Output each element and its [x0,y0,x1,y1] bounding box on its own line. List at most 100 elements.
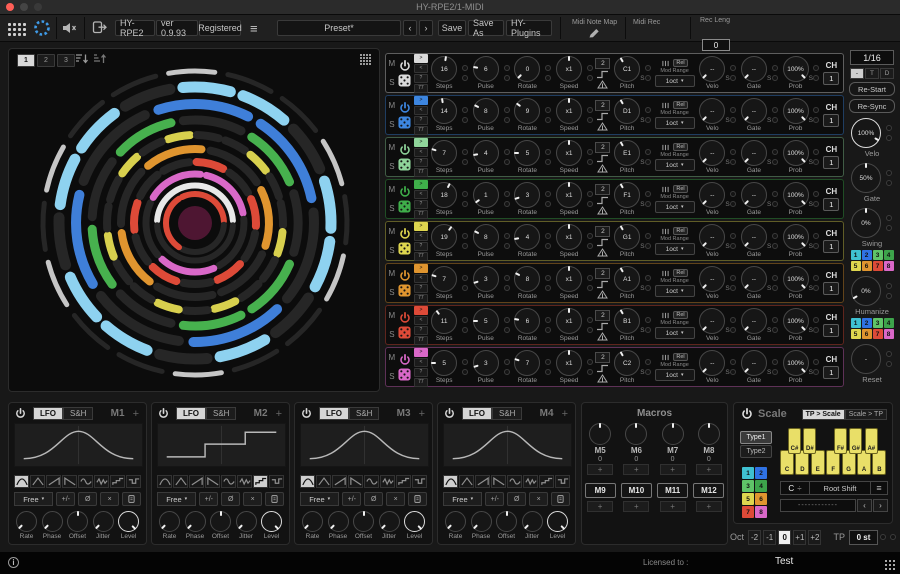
sample-toggle[interactable]: S [640,201,644,208]
shift-right-button[interactable]: > [414,54,428,63]
jitter-knob[interactable] [93,511,114,532]
mute-button[interactable]: M [389,59,396,68]
ring-5-segment[interactable] [117,263,130,281]
mute-button[interactable]: M [389,311,396,320]
tie-step-icon[interactable] [596,112,609,121]
velo-knob[interactable]: -- [699,182,725,208]
mod-slot[interactable] [462,65,468,71]
mod-slot[interactable] [813,243,819,249]
gate-knob[interactable]: -- [741,308,767,334]
level-knob[interactable] [547,511,568,532]
ratio-value[interactable]: 2 [595,268,610,279]
shift-right-button[interactable]: > [414,264,428,273]
speed-knob[interactable]: x1 [556,224,582,250]
resync-button[interactable]: Re-Sync [849,99,895,113]
menu-icon[interactable]: ≡ [250,21,258,36]
stairs-random-shape-button[interactable] [412,475,427,488]
mod-slot[interactable] [730,159,736,165]
power-icon[interactable] [300,407,313,420]
tie-step-icon[interactable] [596,238,609,247]
sine-shape-button[interactable] [364,475,379,488]
triangle-shape-button[interactable] [30,475,45,488]
mod-slot[interactable] [587,285,593,291]
mod-slot[interactable] [886,125,892,131]
mod-slot[interactable] [504,275,510,281]
mod-slot[interactable] [545,243,551,249]
pencil-icon[interactable] [588,28,600,39]
velo-knob[interactable]: -- [699,266,725,292]
mod-slot[interactable] [730,243,736,249]
solo-button[interactable]: S [389,78,394,87]
jitter-knob[interactable] [522,511,543,532]
ring-2-segment[interactable] [60,159,75,204]
ring-3-segment[interactable] [84,115,145,181]
save-button[interactable]: Save [438,20,466,36]
mod-slot[interactable] [587,117,593,123]
paste-icon[interactable] [265,492,284,506]
shift-right-button[interactable]: > [414,180,428,189]
power-icon[interactable] [740,407,754,421]
sample-toggle[interactable]: S [725,117,729,124]
track-chip-2[interactable]: 2 [862,250,872,260]
speed-knob[interactable]: x1 [556,266,582,292]
ring-7-segment[interactable] [134,203,138,230]
random-button[interactable]: ? [414,326,428,335]
mod-slot[interactable] [462,201,468,207]
pulse-knob[interactable]: 3 [473,266,499,292]
channel-value[interactable]: 1 [823,198,839,211]
speed-knob[interactable]: x1 [556,308,582,334]
ring-1-segment[interactable] [345,197,347,243]
steps-knob[interactable]: 16 [431,56,457,82]
mod-slot[interactable] [645,201,651,207]
mod-rel-toggle[interactable]: Rel [673,59,687,67]
power-icon[interactable] [14,407,27,420]
random-button[interactable]: ? [414,242,428,251]
mod-slot[interactable] [890,534,896,540]
m8-knob[interactable] [698,423,720,445]
mod-slot[interactable] [886,180,892,186]
steps-knob[interactable]: 11 [431,308,457,334]
mod-slot[interactable] [587,191,593,197]
rotate-knob[interactable]: 8 [514,266,540,292]
ring-5-segment[interactable] [250,155,265,171]
mod-slot[interactable] [587,65,593,71]
track-chip-1[interactable]: 1 [851,318,861,328]
solo-button[interactable]: S [389,162,394,171]
alt-random-button[interactable]: 77 [414,378,428,387]
ring-1-segment[interactable] [43,203,45,249]
level-knob[interactable] [261,511,282,532]
mod-slot[interactable] [462,149,468,155]
m10-button[interactable]: M10 [621,483,652,498]
steps-knob[interactable]: 7 [431,140,457,166]
track-chip-7[interactable]: 7 [742,506,754,518]
mod-rel-toggle[interactable]: Rel [673,227,687,235]
mod-tab-sh[interactable]: S&H [349,407,379,420]
metronome-icon[interactable] [596,164,609,173]
sample-toggle[interactable]: S [809,117,813,124]
metronome-icon[interactable] [596,290,609,299]
track-chip-7[interactable]: 7 [873,329,883,339]
steps-knob[interactable]: 5 [431,350,457,376]
gate-knob[interactable]: -- [741,56,767,82]
track-chip-4[interactable]: 4 [884,318,894,328]
sample-toggle[interactable]: S [725,243,729,250]
scale-type2-button[interactable]: Type2 [740,445,772,458]
mod-slot[interactable] [545,359,551,365]
rotate-knob[interactable]: 9 [514,98,540,124]
assign-button[interactable]: + [660,501,686,512]
sample-toggle[interactable]: S [809,285,813,292]
mod-slot[interactable] [886,351,892,357]
mod-slot[interactable] [504,149,510,155]
mod-slot[interactable] [545,327,551,333]
ramp-up-shape-button[interactable] [189,475,204,488]
prob-knob[interactable]: 100% [783,182,809,208]
ratio-value[interactable]: 2 [595,100,610,111]
swing-master-knob[interactable]: 0% [851,208,881,238]
track-chip-8[interactable]: 8 [755,506,767,518]
scale-tab-scale-tp[interactable]: Scale > TP [845,409,887,420]
gate-knob[interactable]: -- [741,350,767,376]
mod-tab-sh[interactable]: S&H [492,407,522,420]
assign-button[interactable]: + [623,501,649,512]
mod-slot[interactable] [813,285,819,291]
mod-abs-icon[interactable] [661,186,670,193]
